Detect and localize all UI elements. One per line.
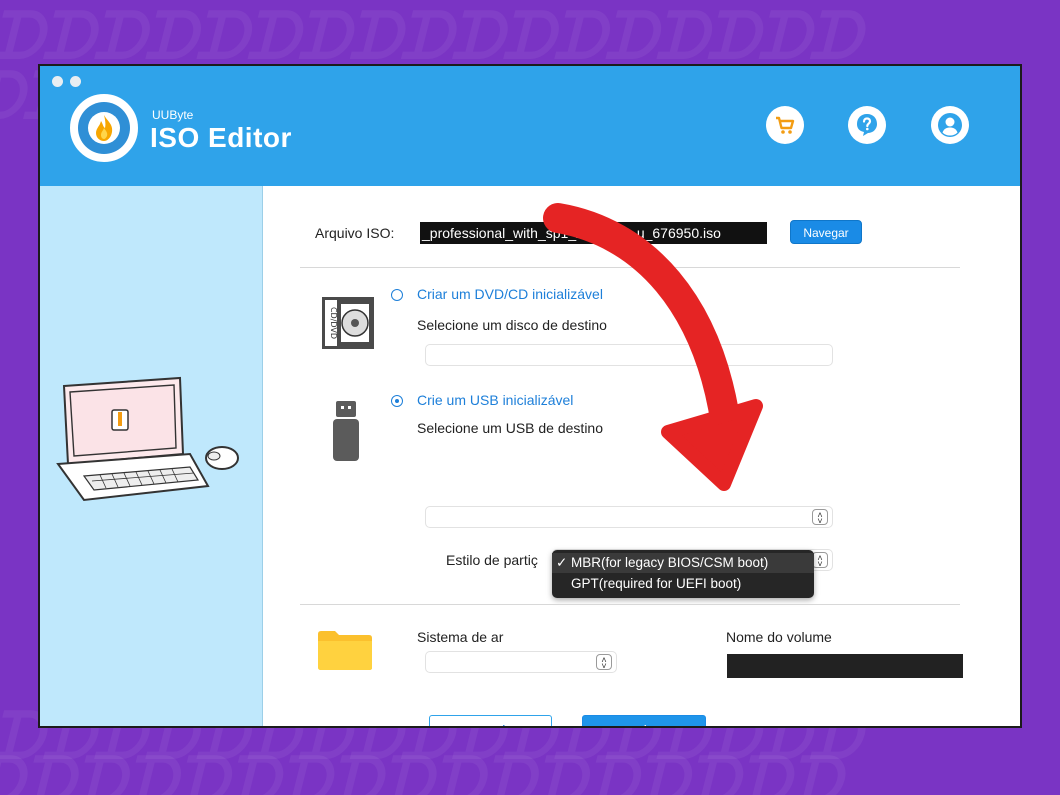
- partition-option-label: GPT(required for UEFI boot): [571, 576, 742, 591]
- help-icon: [857, 114, 877, 136]
- filesystem-label: Sistema de ar: [417, 629, 504, 645]
- partition-option-gpt[interactable]: GPT(required for UEFI boot): [552, 574, 814, 594]
- cd-dvd-badge: CD/DVD: [329, 307, 338, 339]
- partition-option-mbr[interactable]: ✓ MBR(for legacy BIOS/CSM boot): [552, 553, 814, 573]
- section-divider: [300, 267, 960, 268]
- app-header: UUByte ISO Editor: [40, 66, 1020, 186]
- brand-subtitle: UUByte: [152, 108, 194, 122]
- user-icon: [938, 113, 962, 137]
- browse-button[interactable]: Navegar: [790, 220, 862, 244]
- iso-file-label: Arquivo ISO:: [315, 225, 395, 241]
- section-divider: [300, 604, 960, 605]
- select-chevrons-icon: ˄ ˅: [812, 552, 828, 569]
- computer-illustration: [56, 376, 239, 502]
- cart-button[interactable]: [766, 106, 804, 144]
- app-title: ISO Editor: [150, 122, 292, 153]
- window-close-button[interactable]: [52, 76, 63, 87]
- help-button[interactable]: [848, 106, 886, 144]
- flame-icon: [88, 112, 120, 144]
- volume-name-label: Nome do volume: [726, 629, 832, 645]
- cart-icon: [776, 116, 795, 134]
- dvd-target-select[interactable]: [425, 344, 833, 366]
- partition-style-label: Estilo de partiç: [446, 552, 538, 568]
- burn-button[interactable]: Queimar: [582, 715, 706, 726]
- volume-name-input[interactable]: [727, 654, 963, 678]
- usb-target-label: Selecione um USB de destino: [417, 420, 603, 436]
- dvd-option-label[interactable]: Criar um DVD/CD inicializável: [417, 286, 603, 302]
- account-button[interactable]: [931, 106, 969, 144]
- checkmark-icon: ✓: [556, 555, 568, 570]
- dvd-target-label: Selecione um disco de destino: [417, 317, 607, 333]
- sidebar-illustration-panel: [40, 186, 263, 726]
- iso-file-path-field[interactable]: _professional_with_sp1_x64_dvd_u_676950.…: [420, 222, 767, 244]
- back-button[interactable]: De volta: [429, 715, 552, 726]
- filesystem-select[interactable]: ˄ ˅: [425, 651, 617, 673]
- window-minimize-button[interactable]: [70, 76, 81, 87]
- partition-style-dropdown: ✓ MBR(for legacy BIOS/CSM boot) GPT(requ…: [552, 550, 814, 598]
- select-chevrons-icon: ˄ ˅: [596, 654, 612, 671]
- folder-icon: [318, 631, 372, 670]
- cd-dvd-drive-icon: CD/DVD: [322, 297, 374, 349]
- usb-option-label[interactable]: Crie um USB inicializável: [417, 392, 573, 408]
- usb-drive-icon: [333, 401, 359, 461]
- app-logo: [70, 94, 138, 162]
- partition-option-label: MBR(for legacy BIOS/CSM boot): [571, 555, 769, 570]
- usb-option-radio[interactable]: [391, 395, 403, 407]
- select-chevrons-icon: ˄ ˅: [812, 509, 828, 526]
- main-panel: Arquivo ISO: _professional_with_sp1_x64_…: [263, 186, 1020, 726]
- app-window: UUByte ISO Editor Arquivo ISO: _professi…: [38, 64, 1022, 728]
- usb-target-select[interactable]: ˄ ˅: [425, 506, 833, 528]
- dvd-option-radio[interactable]: [391, 289, 403, 301]
